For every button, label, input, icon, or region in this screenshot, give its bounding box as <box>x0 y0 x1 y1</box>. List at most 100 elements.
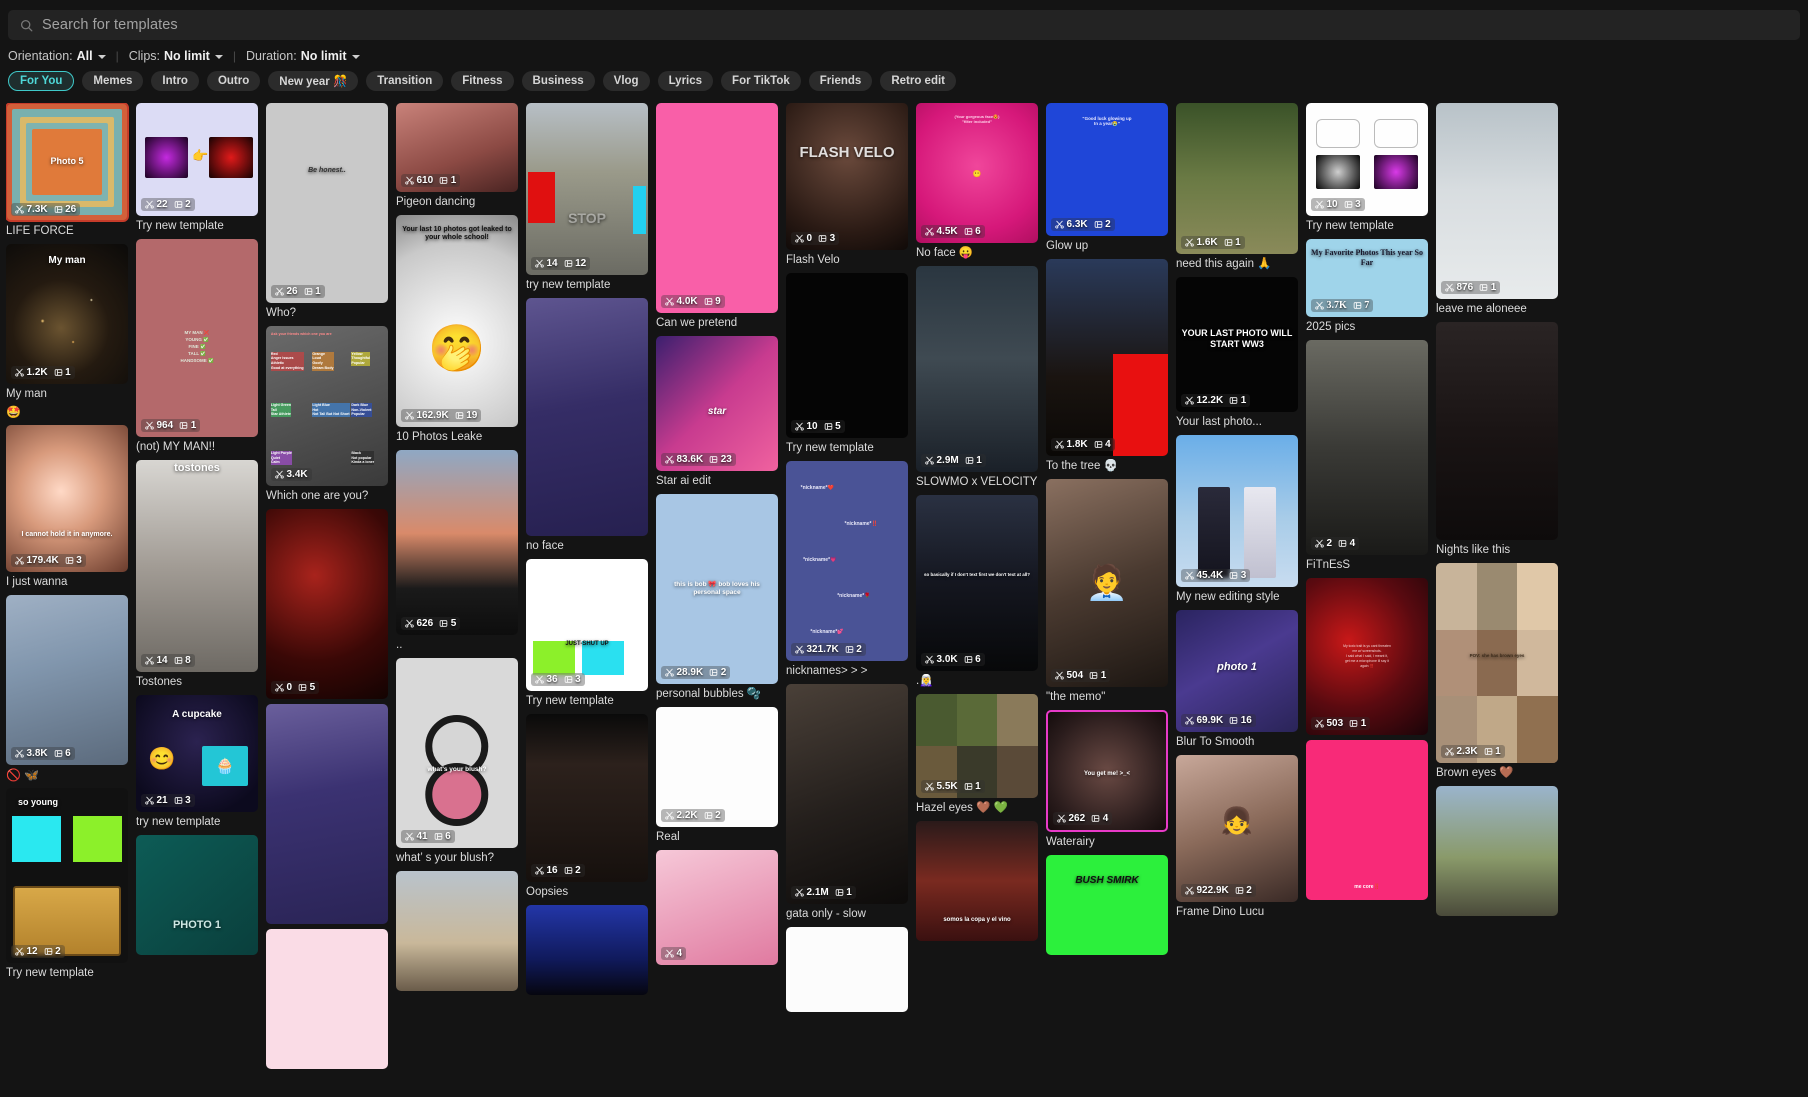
template-card[interactable]: MY MAN ❌YOUNG ✅FINE ✅TALL ✅HANDSOME ✅ 96… <box>136 239 258 455</box>
tab-fitness[interactable]: Fitness <box>451 71 513 91</box>
template-card[interactable]: star 83.6K 23Star ai edit <box>656 336 778 489</box>
template-thumbnail[interactable]: 2.9M 1 <box>916 266 1038 472</box>
template-thumbnail[interactable]: My toxic trait is yu cant threatenme w/ … <box>1306 578 1428 735</box>
tab-outro[interactable]: Outro <box>207 71 260 91</box>
template-card[interactable]: POV: she has brown eyes 2.3K 1Brown eyes… <box>1436 563 1558 781</box>
template-card[interactable] <box>526 905 648 995</box>
template-thumbnail[interactable]: tostones 14 8 <box>136 460 258 672</box>
template-thumbnail[interactable]: 0 5 <box>266 509 388 699</box>
template-thumbnail[interactable] <box>266 704 388 924</box>
tab-vlog[interactable]: Vlog <box>603 71 650 91</box>
template-card[interactable]: 😊 🧁A cupcake 21 3try new template <box>136 695 258 830</box>
template-thumbnail[interactable] <box>526 298 648 536</box>
template-thumbnail[interactable]: 45.4K 3 <box>1176 435 1298 587</box>
template-thumbnail[interactable]: photo 1 69.9K 16 <box>1176 610 1298 732</box>
template-card[interactable]: 2.1M 1gata only - slow <box>786 684 908 922</box>
template-thumbnail[interactable]: 2.1M 1 <box>786 684 908 904</box>
tab-friends[interactable]: Friends <box>809 71 873 91</box>
template-card[interactable]: tostones 14 8Tostones <box>136 460 258 690</box>
template-card[interactable]: 🧑‍💼 504 1"the memo" <box>1046 479 1168 705</box>
template-thumbnail[interactable]: 16 2 <box>526 714 648 882</box>
template-thumbnail[interactable]: so basically if I don't text first we do… <box>916 495 1038 671</box>
template-card[interactable] <box>1436 786 1558 916</box>
template-card[interactable]: 🤭Your last 10 photos got leaked to your … <box>396 215 518 445</box>
template-card[interactable]: (Your gorgeous face😍)"filter included" 😶… <box>916 103 1038 261</box>
template-card[interactable]: this is bob 🎀 bob loves his personal spa… <box>656 494 778 702</box>
template-card[interactable]: 10 5Try new template <box>786 273 908 456</box>
template-card[interactable]: Photo 5 7.3K 26LIFE FORCE <box>6 103 128 239</box>
template-card[interactable]: photo 1 69.9K 16Blur To Smooth <box>1176 610 1298 750</box>
template-card[interactable]: PHOTO 1 <box>136 835 258 955</box>
template-card[interactable]: Ask your friends which one you are RedAn… <box>266 326 388 504</box>
template-card[interactable]: 0 5 <box>266 509 388 699</box>
template-card[interactable]: *nickname*❤️ *nickname*‼️ *nickname*💗 *n… <box>786 461 908 679</box>
template-card[interactable]: no face <box>526 298 648 554</box>
template-card[interactable]: 626 5.. <box>396 450 518 653</box>
template-card[interactable]: My man 1.2K 1My man🤩 <box>6 244 128 420</box>
template-card[interactable]: BUSH SMIRK <box>1046 855 1168 955</box>
template-thumbnail[interactable]: 4 <box>656 850 778 965</box>
tab-business[interactable]: Business <box>522 71 595 91</box>
template-thumbnail[interactable]: My man 1.2K 1 <box>6 244 128 384</box>
search-bar[interactable] <box>8 10 1800 40</box>
template-thumbnail[interactable]: (Your gorgeous face😍)"filter included" 😶… <box>916 103 1038 243</box>
filter-clips[interactable]: Clips: No limit <box>129 49 223 63</box>
template-thumbnail[interactable]: Ask your friends which one you are RedAn… <box>266 326 388 486</box>
template-card[interactable]: somos la copa y el vino <box>916 821 1038 941</box>
template-thumbnail[interactable]: BUSH SMIRK <box>1046 855 1168 955</box>
template-thumbnail[interactable]: "Good luck glowing upIn a year😭" 6.3K 2 <box>1046 103 1168 236</box>
template-thumbnail[interactable]: 🤭Your last 10 photos got leaked to your … <box>396 215 518 427</box>
tab-transition[interactable]: Transition <box>366 71 443 91</box>
template-thumbnail[interactable]: POV: she has brown eyes 2.3K 1 <box>1436 563 1558 763</box>
template-card[interactable]: STOP 14 12try new template <box>526 103 648 293</box>
template-thumbnail[interactable]: so young 12 2 <box>6 788 128 963</box>
template-card[interactable]: You get me! >_< 262 4Waterairy <box>1046 710 1168 850</box>
template-thumbnail[interactable] <box>1436 786 1558 916</box>
template-card[interactable]: 👉 22 2Try new template <box>136 103 258 234</box>
template-thumbnail[interactable]: 1.6K 1 <box>1176 103 1298 254</box>
template-card[interactable] <box>786 927 908 1012</box>
template-thumbnail[interactable]: JUST-SHUT UP 36 3 <box>526 559 648 691</box>
template-card[interactable]: 876 1leave me aloneee <box>1436 103 1558 317</box>
template-thumbnail[interactable]: You get me! >_< 262 4 <box>1046 710 1168 832</box>
template-card[interactable]: YOUR LAST PHOTO WILL START WW3 12.2K 1Yo… <box>1176 277 1298 430</box>
template-card[interactable]: what's your blush? 41 6what’ s your blus… <box>396 658 518 866</box>
template-thumbnail[interactable]: YOUR LAST PHOTO WILL START WW3 12.2K 1 <box>1176 277 1298 412</box>
template-thumbnail[interactable]: star 83.6K 23 <box>656 336 778 471</box>
template-card[interactable]: 3.8K 6🚫 🦋 <box>6 595 128 783</box>
template-thumbnail[interactable]: Photo 5 7.3K 26 <box>6 103 128 221</box>
template-card[interactable]: My Favorite Photos This year So Far 3.7K… <box>1306 239 1428 335</box>
template-thumbnail[interactable]: 5.5K 1 <box>916 694 1038 798</box>
template-card[interactable]: 1.6K 1need this again 🙏 <box>1176 103 1298 272</box>
template-card[interactable]: JUST-SHUT UP 36 3Try new template <box>526 559 648 709</box>
template-card[interactable] <box>266 929 388 1069</box>
template-card[interactable]: so basically if I don't text first we do… <box>916 495 1038 689</box>
template-thumbnail[interactable]: 😊 🧁A cupcake 21 3 <box>136 695 258 812</box>
template-card[interactable]: Be honest.. 26 1Who? <box>266 103 388 321</box>
tab-retro-edit[interactable]: Retro edit <box>880 71 956 91</box>
template-thumbnail[interactable]: 👉 22 2 <box>136 103 258 216</box>
template-thumbnail[interactable] <box>1436 322 1558 540</box>
template-thumbnail[interactable] <box>526 905 648 995</box>
template-thumbnail[interactable]: 10 5 <box>786 273 908 438</box>
template-card[interactable]: 10 3Try new template <box>1306 103 1428 234</box>
template-card[interactable]: 16 2Oopsies <box>526 714 648 900</box>
template-thumbnail[interactable]: 876 1 <box>1436 103 1558 299</box>
template-thumbnail[interactable]: 610 1 <box>396 103 518 192</box>
template-card[interactable]: 610 1Pigeon dancing <box>396 103 518 210</box>
template-thumbnail[interactable]: 2 4 <box>1306 340 1428 555</box>
template-thumbnail[interactable]: 1.8K 4 <box>1046 259 1168 456</box>
template-thumbnail[interactable] <box>266 929 388 1069</box>
template-card[interactable]: 2 4FiTnEsS <box>1306 340 1428 573</box>
template-thumbnail[interactable]: this is bob 🎀 bob loves his personal spa… <box>656 494 778 684</box>
template-thumbnail[interactable]: Be honest.. 26 1 <box>266 103 388 303</box>
template-thumbnail[interactable]: My Favorite Photos This year So Far 3.7K… <box>1306 239 1428 317</box>
template-card[interactable]: 4 <box>656 850 778 965</box>
tab-intro[interactable]: Intro <box>151 71 199 91</box>
tab-for-you[interactable]: For You <box>8 71 74 91</box>
tab-new-year[interactable]: New year 🎊 <box>268 71 358 91</box>
tab-for-tiktok[interactable]: For TikTok <box>721 71 801 91</box>
template-thumbnail[interactable]: PHOTO 1 <box>136 835 258 955</box>
template-thumbnail[interactable]: 4.0K 9 <box>656 103 778 313</box>
template-thumbnail[interactable]: I cannot hold it in anymore. 179.4K 3 <box>6 425 128 572</box>
